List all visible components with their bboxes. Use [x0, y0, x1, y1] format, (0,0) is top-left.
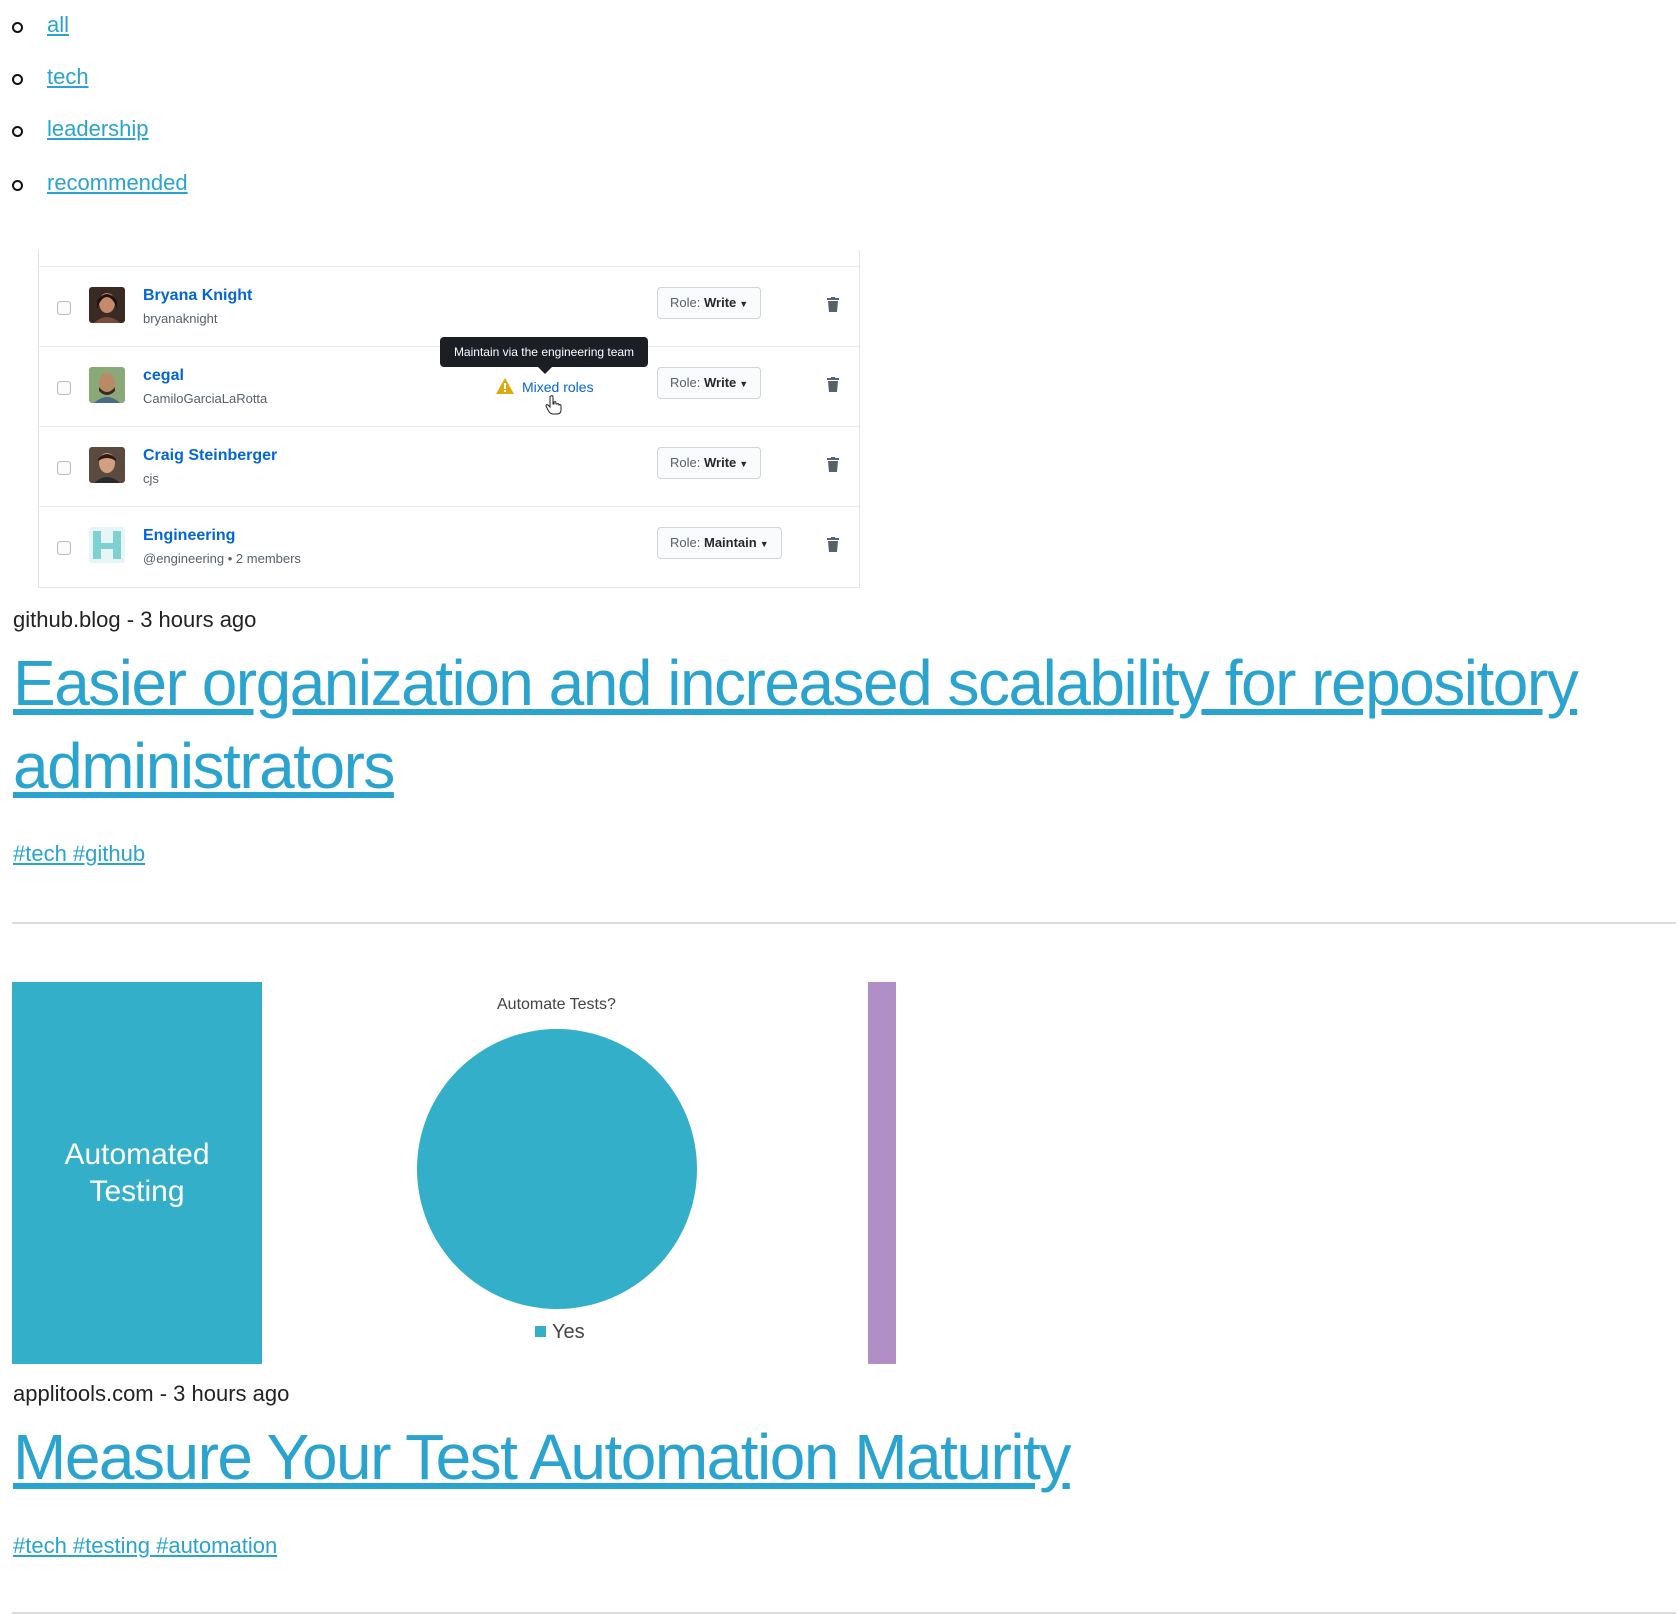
- collaborator-name: Bryana Knight: [143, 287, 253, 304]
- post-image-applitools[interactable]: Automated Testing Automate Tests? Yes: [12, 982, 896, 1364]
- collaborator-row: Bryana Knight bryanaknight Role: Write ▼: [39, 266, 859, 346]
- bullet-icon: [12, 22, 23, 33]
- row-checkbox: [57, 381, 71, 395]
- post-image-github[interactable]: Bryana Knight bryanaknight Role: Write ▼ …: [38, 250, 860, 588]
- collaborator-login: CamiloGarciaLaRotta: [143, 391, 268, 406]
- post-divider: [12, 922, 1676, 924]
- collaborator-name: Engineering: [143, 527, 236, 544]
- trash-icon: [827, 537, 839, 552]
- avatar: [89, 287, 125, 323]
- nav-link-all[interactable]: all: [47, 10, 69, 40]
- hand-cursor-icon: [545, 395, 562, 415]
- purple-strip: [868, 982, 896, 1364]
- collaborator-row: Craig Steinberger cjs Role: Write ▼: [39, 426, 859, 506]
- avatar: [89, 367, 125, 403]
- legend-swatch: [535, 1326, 546, 1337]
- role-prefix: Role:: [670, 295, 701, 310]
- caret-down-icon: ▼: [739, 459, 749, 469]
- chart-legend: Yes: [535, 1321, 585, 1344]
- role-prefix: Role:: [670, 535, 701, 550]
- warning-icon: [496, 378, 514, 394]
- caret-down-icon: ▼: [739, 299, 749, 309]
- role-value: Write: [703, 295, 737, 310]
- row-checkbox: [57, 541, 71, 555]
- post-meta: applitools.com - 3 hours ago: [13, 1381, 290, 1406]
- nav-link-tech[interactable]: tech: [47, 62, 89, 92]
- post-title-link[interactable]: Easier organization and increased scalab…: [13, 642, 1673, 808]
- caret-down-icon: ▼: [759, 539, 769, 549]
- post-tags-link[interactable]: #tech #testing #automation: [13, 1533, 277, 1559]
- role-prefix: Role:: [670, 455, 701, 470]
- bullet-icon: [12, 126, 23, 137]
- team-avatar: [89, 527, 125, 563]
- collaborator-login: @engineering • 2 members: [143, 551, 301, 566]
- nav-link-recommended[interactable]: recommended: [47, 168, 188, 198]
- trash-icon: [827, 457, 839, 472]
- tooltip: Maintain via the engineering team: [440, 337, 648, 374]
- role-dropdown: Role: Write ▼: [657, 447, 762, 479]
- row-checkbox: [57, 301, 71, 315]
- role-value: Maintain: [703, 535, 757, 550]
- pie-chart: [417, 1029, 697, 1309]
- collaborator-login: cjs: [143, 471, 159, 486]
- trash-icon: [827, 377, 839, 392]
- bullet-icon: [12, 180, 23, 191]
- mixed-roles-indicator: Mixed roles: [496, 378, 594, 395]
- chart-title: Automate Tests?: [497, 996, 616, 1013]
- nav-link-leadership[interactable]: leadership: [47, 114, 149, 144]
- post-meta: github.blog - 3 hours ago: [13, 607, 257, 632]
- post-title-link[interactable]: Measure Your Test Automation Maturity: [13, 1416, 1673, 1499]
- role-value: Write: [703, 455, 737, 470]
- caret-down-icon: ▼: [739, 379, 749, 389]
- bullet-icon: [12, 74, 23, 85]
- legend-label: Yes: [552, 1321, 585, 1343]
- post-tags-link[interactable]: #tech #github: [13, 841, 145, 867]
- mixed-roles-label: Mixed roles: [522, 379, 594, 395]
- collaborator-name: Craig Steinberger: [143, 447, 278, 464]
- automated-testing-panel: Automated Testing: [12, 982, 262, 1364]
- pie-slice-yes: [417, 1029, 697, 1309]
- role-dropdown: Role: Maintain ▼: [657, 527, 782, 559]
- role-prefix: Role:: [670, 375, 701, 390]
- collaborator-login: bryanaknight: [143, 311, 218, 326]
- role-dropdown: Role: Write ▼: [657, 367, 762, 399]
- panel-text: Automated Testing: [64, 1138, 210, 1208]
- collaborator-row: Engineering @engineering • 2 members Rol…: [39, 506, 859, 586]
- avatar: [89, 447, 125, 483]
- role-value: Write: [703, 375, 737, 390]
- row-checkbox: [57, 461, 71, 475]
- collaborator-name: cegal: [143, 367, 184, 384]
- role-dropdown: Role: Write ▼: [657, 287, 762, 319]
- trash-icon: [827, 297, 839, 312]
